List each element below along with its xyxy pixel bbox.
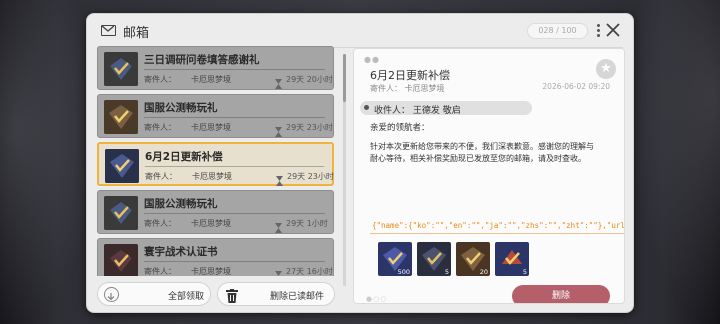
mail-item[interactable]: 国服公测畅玩礼 寄件人： 卡厄思梦境 29天 1小时 [97, 190, 334, 234]
claim-all-button[interactable]: 全部领取 [97, 282, 211, 306]
mail-item[interactable]: 国服公测畅玩礼 寄件人： 卡厄思梦境 29天 23小时 [97, 94, 334, 138]
hourglass-icon [275, 74, 282, 89]
sender-label: 寄件人： [144, 75, 176, 84]
reward-quantity: 500 [397, 268, 410, 276]
hourglass-icon [275, 266, 282, 276]
mail-item-title: 国服公测畅玩礼 [144, 198, 218, 210]
star-icon[interactable]: ★ [596, 59, 616, 79]
delete-read-button[interactable]: 删除已读邮件 [217, 282, 335, 306]
sender-name: 卡厄思梦境 [191, 75, 231, 84]
json-underline [370, 233, 624, 234]
list-scrollbar[interactable] [343, 54, 346, 286]
mail-icon [101, 25, 116, 36]
sender-name: 卡厄思梦境 [192, 172, 232, 181]
title-bar: 邮箱 028 / 100 [87, 14, 633, 48]
hourglass-icon [275, 218, 282, 233]
reward-quantity: 20 [479, 268, 488, 276]
raw-json-text: {"name":{"ko":"","en":"","ja":"","zhs":"… [372, 221, 625, 230]
greeting-text: 亲爱的领航者： [370, 123, 430, 133]
sender-name: 卡厄思梦境 [191, 219, 231, 228]
detail-sender: 寄件人： 卡厄思梦境 [370, 84, 445, 93]
sender-label: 寄件人： [144, 267, 176, 276]
mail-thumbnail [105, 149, 139, 183]
body-text-line: 针对本次更新给您带来的不便，我们深表歉意。感谢您的理解与 [370, 142, 594, 151]
background-right [630, 0, 720, 324]
mail-item-title: 国服公测畅玩礼 [144, 102, 218, 114]
hourglass-icon [276, 171, 283, 186]
recipient-bar: 收件人： 王德发 敬启 [360, 101, 532, 116]
mail-thumbnail [104, 100, 138, 134]
recipient-label: 收件人： 王德发 敬启 [374, 106, 461, 116]
window-title: 邮箱 [123, 26, 150, 41]
time-remaining: 29天 23小时 [287, 172, 334, 181]
reward-item[interactable]: 500 [378, 242, 412, 276]
bullet-icon [364, 105, 369, 110]
reward-item[interactable]: 5 [417, 242, 451, 276]
mailbox-window: 邮箱 028 / 100 三日调研问卷填答感谢礼 寄件人： 卡厄思梦境 29天 … [86, 13, 634, 313]
scrollbar-thumb[interactable] [343, 54, 346, 102]
download-icon [104, 287, 119, 302]
time-remaining: 27天 16小时 [286, 267, 333, 276]
sender-label: 寄件人： [144, 123, 176, 132]
reward-quantity: 5 [444, 268, 449, 276]
detail-title: 6月2日更新补偿 [370, 69, 450, 82]
sender-name: 卡厄思梦境 [191, 267, 231, 276]
mail-detail-panel: ●● 6月2日更新补偿 寄件人： 卡厄思梦境 2026-06-02 09:20 … [353, 48, 625, 304]
reward-item[interactable]: 5 [495, 242, 529, 276]
mail-thumbnail [104, 52, 138, 86]
mail-counter: 028 / 100 [527, 23, 588, 39]
trash-icon [226, 288, 238, 303]
mail-item-divider [145, 166, 324, 167]
mail-item-title: 三日调研问卷填答感谢礼 [144, 54, 260, 66]
time-remaining: 29天 20小时 [286, 75, 333, 84]
decorative-dots: ●● [364, 55, 380, 64]
mail-item-divider [144, 117, 325, 118]
sender-name: 卡厄思梦境 [191, 123, 231, 132]
reward-quantity: 5 [522, 268, 527, 276]
claim-all-label: 全部领取 [168, 292, 205, 302]
mail-item[interactable]: 寰宇战术认证书 寄件人： 卡厄思梦境 27天 16小时 [97, 238, 334, 276]
mail-item-selected[interactable]: 6月2日更新补偿 寄件人： 卡厄思梦境 29天 23小时 [97, 142, 334, 186]
mail-thumbnail [104, 196, 138, 230]
menu-icon[interactable] [595, 23, 601, 39]
delete-read-label: 删除已读邮件 [270, 292, 325, 302]
mail-item-title: 寰宇战术认证书 [144, 246, 218, 258]
mail-item[interactable]: 三日调研问卷填答感谢礼 寄件人： 卡厄思梦境 29天 20小时 [97, 46, 334, 90]
mail-item-title: 6月2日更新补偿 [145, 151, 223, 163]
mail-item-divider [144, 69, 325, 70]
mail-item-divider [144, 213, 325, 214]
mail-item-divider [144, 261, 325, 262]
reward-item[interactable]: 20 [456, 242, 490, 276]
mail-list[interactable]: 三日调研问卷填答感谢礼 寄件人： 卡厄思梦境 29天 20小时 国服公测畅玩礼 … [97, 46, 337, 276]
sender-label: 寄件人： [144, 219, 176, 228]
hourglass-icon [275, 122, 282, 137]
delete-button[interactable]: 删除 [512, 285, 610, 303]
time-remaining: 29天 23小时 [286, 123, 333, 132]
background-left [0, 0, 100, 324]
time-remaining: 29天 1小时 [286, 219, 328, 228]
decorative-dots: ●○○ [366, 295, 388, 303]
close-icon[interactable] [605, 22, 621, 38]
sender-label: 寄件人： [145, 172, 177, 181]
body-text-line: 耐心等待，相关补偿奖励现已发放至您的邮箱，请及时查收。 [370, 154, 586, 163]
mail-thumbnail [104, 244, 138, 276]
detail-date: 2026-06-02 09:20 [542, 82, 610, 91]
